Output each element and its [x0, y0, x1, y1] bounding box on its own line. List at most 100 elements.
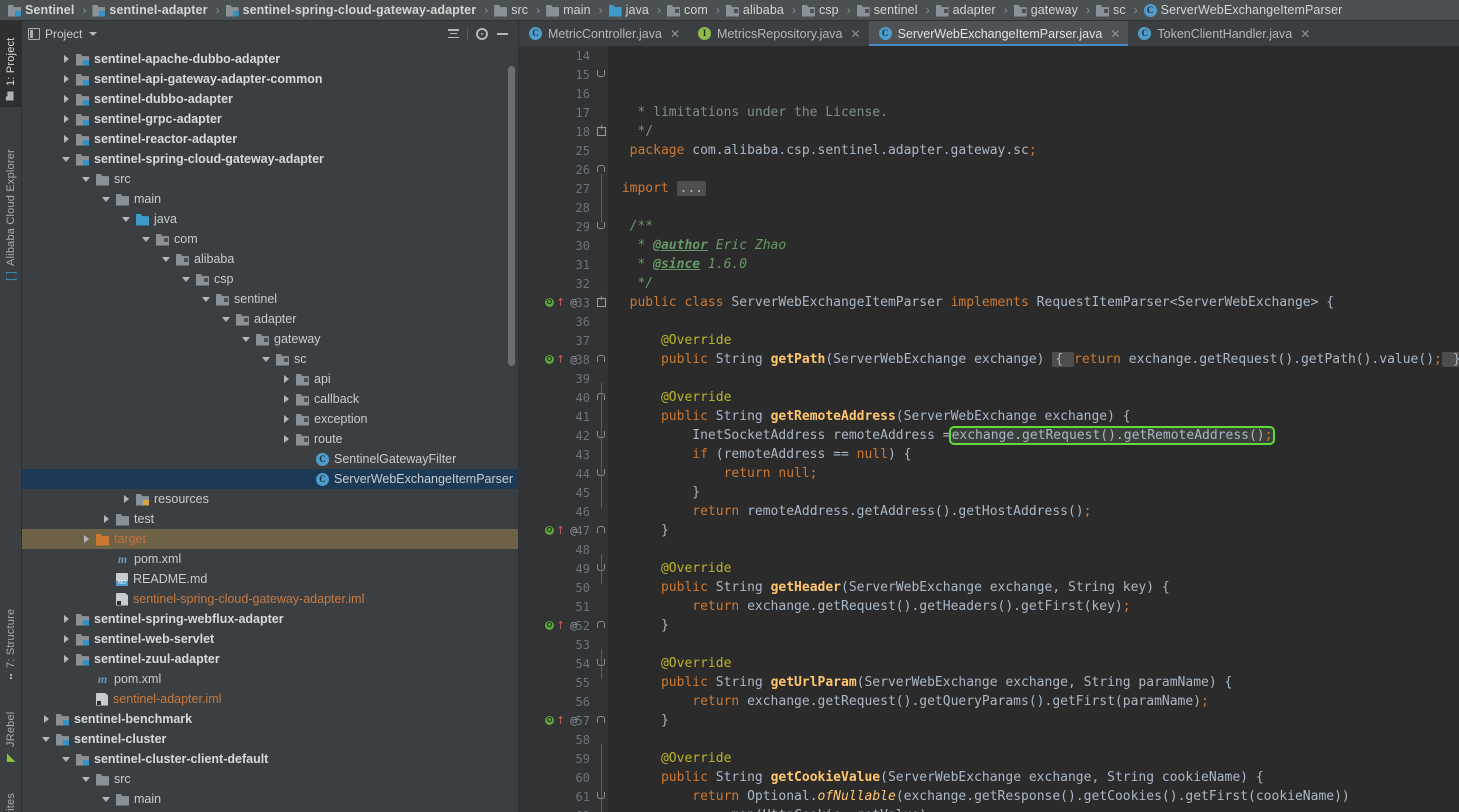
- breadcrumb-item-sentinel-spring-cloud-gateway-adapter[interactable]: sentinel-spring-cloud-gateway-adapter: [224, 0, 479, 20]
- chevron-right-icon[interactable]: [40, 709, 52, 729]
- code-line[interactable]: import ...: [614, 179, 1459, 198]
- close-icon[interactable]: ✕: [1110, 27, 1120, 41]
- tree-row[interactable]: m pom.xml: [22, 669, 518, 689]
- chevron-down-icon[interactable]: [60, 149, 72, 169]
- breadcrumb-item-gateway[interactable]: gateway: [1012, 0, 1080, 20]
- tree-row[interactable]: src: [22, 169, 518, 189]
- chevron-right-icon[interactable]: [280, 389, 292, 409]
- sidebar-item-project[interactable]: 1: Project: [0, 21, 22, 107]
- settings-button[interactable]: [472, 24, 492, 44]
- chevron-right-icon[interactable]: [120, 489, 132, 509]
- code-line[interactable]: }: [614, 483, 1459, 502]
- breadcrumb-item-main[interactable]: main: [544, 0, 593, 20]
- tree-row[interactable]: api: [22, 369, 518, 389]
- chevron-down-icon[interactable]: [80, 769, 92, 789]
- tree-row[interactable]: m pom.xml: [22, 549, 518, 569]
- tree-row[interactable]: alibaba: [22, 249, 518, 269]
- override-marker[interactable]: O ↑ @: [545, 616, 577, 635]
- breadcrumb-item-alibaba[interactable]: alibaba: [724, 0, 786, 20]
- tree-row[interactable]: test: [22, 509, 518, 529]
- code-line[interactable]: return null;: [614, 464, 1459, 483]
- override-method-icon[interactable]: O: [545, 526, 554, 535]
- override-marker[interactable]: O ↑ @: [545, 293, 577, 312]
- code-line[interactable]: [614, 312, 1459, 331]
- chevron-down-icon[interactable]: [180, 269, 192, 289]
- tree-row[interactable]: resources: [22, 489, 518, 509]
- tree-row[interactable]: main: [22, 789, 518, 809]
- hide-panel-button[interactable]: [492, 24, 512, 44]
- close-icon[interactable]: ✕: [1300, 27, 1310, 41]
- override-method-icon[interactable]: O: [545, 298, 554, 307]
- code-fold-top-icon[interactable]: [597, 716, 605, 723]
- code-line[interactable]: [614, 160, 1459, 179]
- chevron-down-icon[interactable]: [120, 209, 132, 229]
- tree-row[interactable]: adapter: [22, 309, 518, 329]
- breadcrumb-item-src[interactable]: src: [492, 0, 530, 20]
- breadcrumb-item-sentinel-adapter[interactable]: sentinel-adapter: [90, 0, 209, 20]
- tree-row[interactable]: sentinel-zuul-adapter: [22, 649, 518, 669]
- chevron-down-icon[interactable]: [100, 189, 112, 209]
- code-line[interactable]: [614, 198, 1459, 217]
- breadcrumb-item-sentinel[interactable]: sentinel: [855, 0, 920, 20]
- code-line[interactable]: @Override: [614, 654, 1459, 673]
- chevron-down-icon[interactable]: [89, 31, 98, 36]
- chevron-down-icon[interactable]: [240, 329, 252, 349]
- code-fold-top-icon[interactable]: [597, 621, 605, 628]
- override-marker[interactable]: O ↑ @: [545, 711, 577, 730]
- editor-tab-tokenclienthandler[interactable]: C TokenClientHandler.java ✕: [1128, 21, 1318, 46]
- code-line[interactable]: }: [614, 521, 1459, 540]
- chevron-right-icon[interactable]: [80, 529, 92, 549]
- tree-row[interactable]: sentinel-api-gateway-adapter-common: [22, 69, 518, 89]
- tree-row[interactable]: C SentinelGatewayFilter: [22, 449, 518, 469]
- project-tree-scrollbar[interactable]: [508, 66, 515, 366]
- code-line[interactable]: return exchange.getRequest().getQueryPar…: [614, 692, 1459, 711]
- code-line[interactable]: @Override: [614, 388, 1459, 407]
- chevron-right-icon[interactable]: [60, 89, 72, 109]
- chevron-down-icon[interactable]: [80, 169, 92, 189]
- breadcrumb-item-serverwebexchangeitemparser[interactable]: C ServerWebExchangeItemParser: [1142, 0, 1345, 20]
- override-marker[interactable]: O ↑ @: [545, 350, 577, 369]
- tree-row[interactable]: target: [22, 529, 518, 549]
- chevron-right-icon[interactable]: [60, 109, 72, 129]
- tree-row[interactable]: sentinel-cluster-client-default: [22, 749, 518, 769]
- code-line[interactable]: return remoteAddress.getAddress().getHos…: [614, 502, 1459, 521]
- code-line[interactable]: .map(HttpCookie::getValue): [614, 806, 1459, 812]
- code-text-area[interactable]: * limitations under the License. */ pack…: [608, 46, 1459, 812]
- chevron-down-icon[interactable]: [100, 789, 112, 809]
- code-fold-top-icon[interactable]: [597, 355, 605, 362]
- tree-row[interactable]: README.md: [22, 569, 518, 589]
- tree-row[interactable]: sentinel-spring-cloud-gateway-adapter.im…: [22, 589, 518, 609]
- code-fold-bot-icon[interactable]: [597, 222, 605, 229]
- tree-row[interactable]: sc: [22, 349, 518, 369]
- code-line[interactable]: @Override: [614, 559, 1459, 578]
- chevron-right-icon[interactable]: [60, 129, 72, 149]
- breadcrumb-item-sentinel[interactable]: Sentinel: [6, 0, 76, 20]
- code-fold-plus-icon[interactable]: [597, 124, 606, 136]
- code-line[interactable]: public class ServerWebExchangeItemParser…: [614, 293, 1459, 312]
- tree-row-selected[interactable]: C ServerWebExchangeItemParser: [22, 469, 518, 489]
- close-icon[interactable]: ✕: [670, 27, 680, 41]
- code-line[interactable]: return exchange.getRequest().getHeaders(…: [614, 597, 1459, 616]
- tree-row[interactable]: sentinel-benchmark: [22, 709, 518, 729]
- close-icon[interactable]: ✕: [851, 27, 861, 41]
- chevron-down-icon[interactable]: [220, 309, 232, 329]
- tree-row[interactable]: sentinel-adapter.iml: [22, 689, 518, 709]
- code-line[interactable]: [614, 369, 1459, 388]
- override-method-icon[interactable]: O: [545, 355, 554, 364]
- tree-row[interactable]: route: [22, 429, 518, 449]
- code-line[interactable]: }: [614, 711, 1459, 730]
- chevron-right-icon[interactable]: [100, 509, 112, 529]
- code-line[interactable]: public String getRemoteAddress(ServerWeb…: [614, 407, 1459, 426]
- code-line[interactable]: * @since 1.6.0: [614, 255, 1459, 274]
- chevron-down-icon[interactable]: [260, 349, 272, 369]
- code-line[interactable]: public String getHeader(ServerWebExchang…: [614, 578, 1459, 597]
- code-line[interactable]: }: [614, 616, 1459, 635]
- tree-row[interactable]: sentinel-grpc-adapter: [22, 109, 518, 129]
- chevron-right-icon[interactable]: [60, 649, 72, 669]
- code-fold-plus-icon[interactable]: [597, 295, 606, 307]
- chevron-right-icon[interactable]: [60, 629, 72, 649]
- chevron-down-icon[interactable]: [160, 249, 172, 269]
- sidebar-item-jrebel[interactable]: ◤ JRebel: [0, 697, 22, 769]
- tree-row[interactable]: csp: [22, 269, 518, 289]
- project-tree[interactable]: sentinel-apache-dubbo-adapter sentinel-ap…: [22, 46, 518, 812]
